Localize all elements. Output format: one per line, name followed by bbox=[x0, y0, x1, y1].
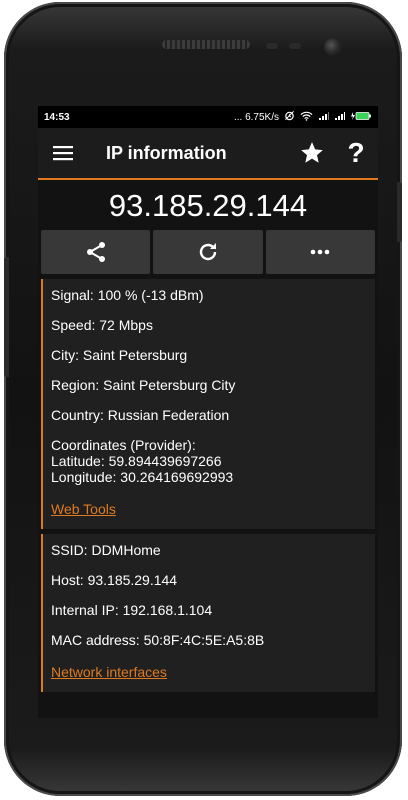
power-button[interactable] bbox=[397, 182, 402, 242]
screen: 14:53 ... 6.75K/s IP information ? 93.18… bbox=[38, 106, 378, 718]
battery-charging-icon bbox=[350, 111, 372, 124]
internal-ip-text: Internal IP: 192.168.1.104 bbox=[51, 602, 213, 618]
share-button[interactable] bbox=[41, 230, 151, 274]
light-sensor bbox=[289, 43, 301, 49]
help-button[interactable]: ? bbox=[334, 128, 378, 178]
status-time: 14:53 bbox=[44, 111, 70, 123]
host-text: Host: 93.185.29.144 bbox=[51, 572, 178, 588]
favorite-button[interactable] bbox=[290, 128, 334, 178]
more-button[interactable] bbox=[265, 230, 375, 274]
volume-button[interactable] bbox=[4, 257, 9, 377]
speed-text: Speed: 72 Mbps bbox=[51, 317, 153, 333]
earpiece-speaker bbox=[162, 40, 250, 49]
menu-icon bbox=[53, 146, 73, 161]
web-tools-link[interactable]: Web Tools bbox=[51, 501, 116, 517]
signal-text: Signal: 100 % (-13 dBm) bbox=[51, 287, 204, 303]
refresh-icon bbox=[199, 243, 217, 261]
location-info-card: Signal: 100 % (-13 dBm) Speed: 72 Mbps C… bbox=[41, 279, 375, 529]
help-icon: ? bbox=[347, 137, 365, 168]
coordinates-label: Coordinates (Provider): bbox=[51, 437, 196, 453]
alarm-icon bbox=[284, 110, 295, 124]
ip-address: 93.185.29.144 bbox=[108, 188, 308, 223]
share-icon bbox=[86, 242, 105, 262]
network-interfaces-link[interactable]: Network interfaces bbox=[51, 664, 167, 680]
front-camera bbox=[324, 38, 342, 56]
latitude-text: Latitude: 59.894439697266 bbox=[51, 453, 222, 469]
network-speed: ... 6.75K/s bbox=[233, 111, 279, 123]
page-title: IP information bbox=[106, 142, 227, 163]
network-info-card: SSID: DDMHome Host: 93.185.29.144 Intern… bbox=[41, 534, 375, 692]
city-text: City: Saint Petersburg bbox=[51, 347, 188, 363]
signal-icon bbox=[334, 111, 345, 124]
phone-frame: 14:53 ... 6.75K/s IP information ? 93.18… bbox=[4, 2, 402, 796]
proximity-sensor bbox=[266, 43, 278, 49]
longitude-text: Longitude: 30.264169692993 bbox=[51, 469, 234, 485]
app-bar: IP information ? bbox=[38, 128, 378, 180]
mac-address-text: MAC address: 50:8F:4C:5E:A5:8B bbox=[51, 632, 265, 648]
wifi-icon bbox=[300, 111, 313, 124]
ssid-text: SSID: DDMHome bbox=[51, 542, 161, 558]
menu-button[interactable] bbox=[38, 128, 88, 178]
more-icon bbox=[311, 249, 330, 255]
status-bar: 14:53 ... 6.75K/s bbox=[38, 106, 378, 128]
signal-icon bbox=[318, 111, 329, 124]
region-text: Region: Saint Petersburg City bbox=[51, 377, 236, 393]
country-text: Country: Russian Federation bbox=[51, 407, 230, 423]
star-icon bbox=[301, 142, 323, 163]
action-buttons bbox=[38, 230, 378, 274]
coordinates-block: Coordinates (Provider): Latitude: 59.894… bbox=[51, 437, 375, 485]
refresh-button[interactable] bbox=[153, 230, 263, 274]
